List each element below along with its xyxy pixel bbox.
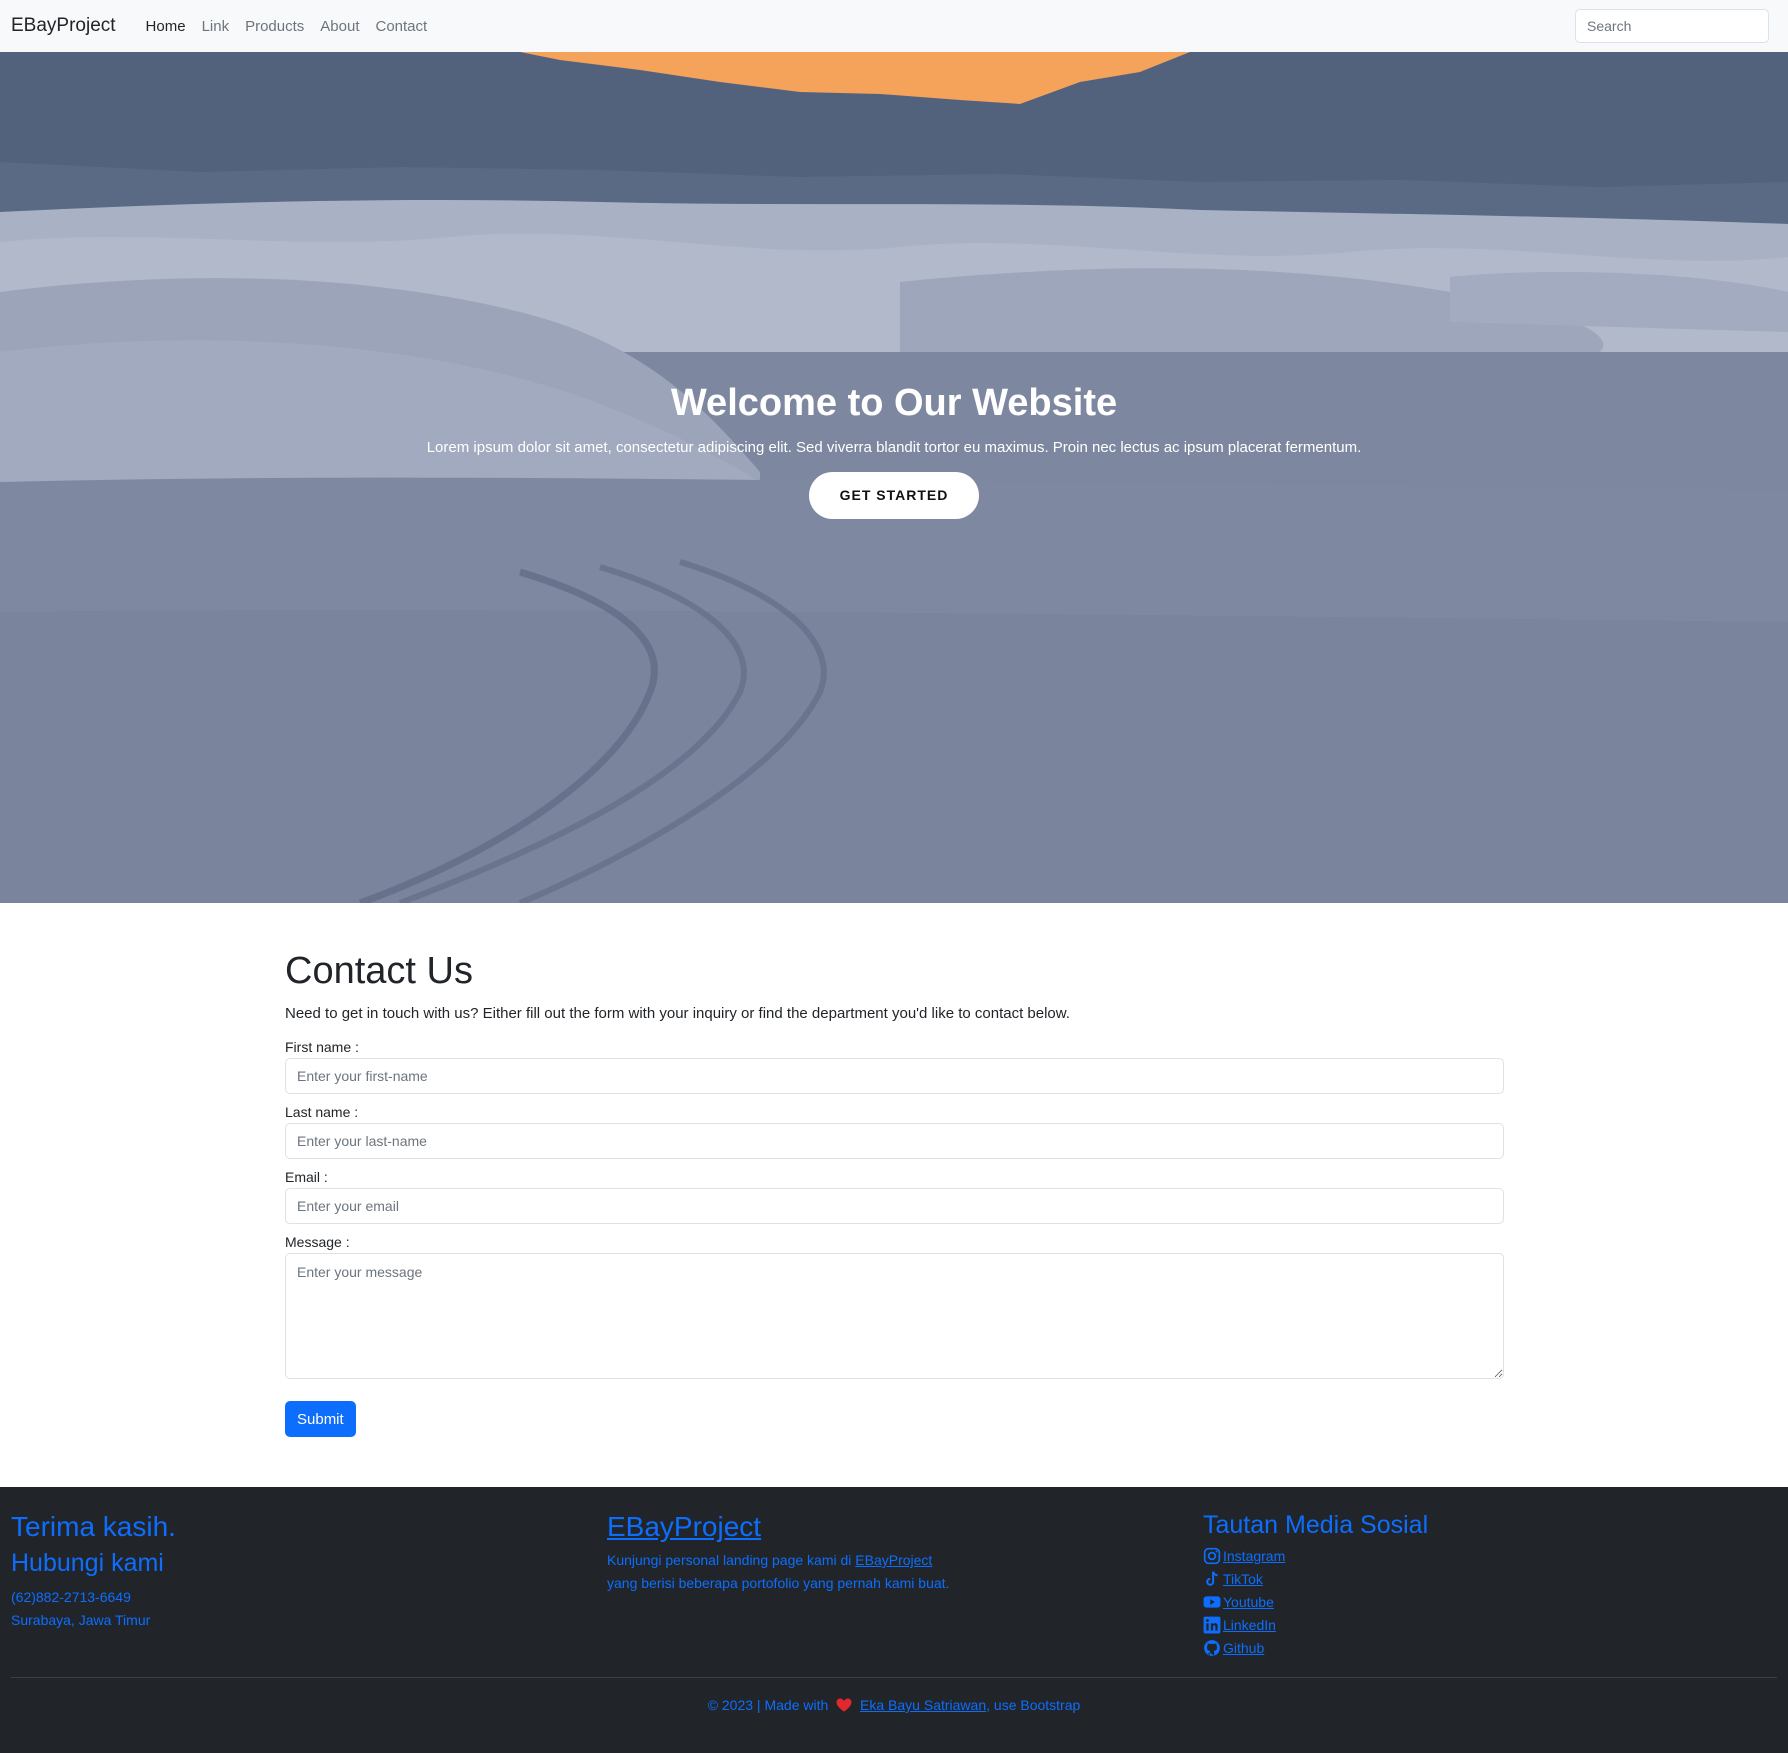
footer-brand-link[interactable]: EBayProject: [607, 1511, 949, 1543]
tiktok-icon: [1206, 1570, 1218, 1586]
footer-desc-link[interactable]: EBayProject: [855, 1552, 932, 1568]
author-link[interactable]: Eka Bayu Satriawan: [860, 1697, 986, 1713]
submit-button[interactable]: Submit: [285, 1401, 356, 1437]
last-name-label: Last name :: [285, 1104, 359, 1120]
instagram-icon: [1203, 1547, 1221, 1564]
footer-address: Surabaya, Jawa Timur: [11, 1612, 151, 1628]
footer-phone: (62)882-2713-6649: [11, 1589, 131, 1605]
navbar-brand[interactable]: EBayProject: [11, 15, 116, 37]
social-item-instagram: Instagram: [1203, 1544, 1428, 1567]
social-link-tiktok[interactable]: TikTok: [1223, 1571, 1263, 1587]
hero-content: Welcome to Our Website Lorem ipsum dolor…: [0, 382, 1788, 519]
message-label: Message :: [285, 1234, 350, 1250]
footer: Terima kasih. Hubungi kami (62)882-2713-…: [0, 1487, 1788, 1753]
email-label: Email :: [285, 1169, 328, 1185]
copyright-suffix: , use Bootstrap: [986, 1697, 1081, 1713]
get-started-button[interactable]: GET STARTED: [808, 472, 980, 519]
email-field[interactable]: [285, 1188, 1504, 1224]
github-icon: [1204, 1639, 1220, 1656]
message-field[interactable]: [285, 1253, 1504, 1379]
youtube-icon: [1203, 1595, 1221, 1608]
nav-link-link[interactable]: Link: [194, 18, 238, 35]
nav-link-contact[interactable]: Contact: [368, 18, 436, 35]
copyright-prefix: © 2023 | Made with: [707, 1697, 829, 1713]
social-item-tiktok: TikTok: [1203, 1567, 1428, 1590]
footer-desc-line2: yang berisi beberapa portofolio yang per…: [607, 1575, 950, 1591]
contact-section: Contact Us Need to get in touch with us?…: [285, 950, 1504, 1437]
nav-link-products[interactable]: Products: [237, 18, 312, 35]
footer-description: Kunjungi personal landing page kami di E…: [607, 1549, 949, 1595]
social-link-linkedin[interactable]: LinkedIn: [1223, 1617, 1276, 1633]
footer-social-title: Tautan Media Sosial: [1203, 1511, 1429, 1539]
social-item-github: Github: [1203, 1636, 1428, 1659]
footer-about-column: EBayProject Kunjungi personal landing pa…: [607, 1511, 949, 1595]
social-link-github[interactable]: Github: [1223, 1640, 1264, 1656]
heart-icon: [836, 1698, 852, 1712]
social-list: Instagram TikTok Youtube LinkedIn Github: [1203, 1544, 1428, 1659]
social-link-youtube[interactable]: Youtube: [1223, 1594, 1274, 1610]
social-item-youtube: Youtube: [1203, 1590, 1428, 1613]
social-link-instagram[interactable]: Instagram: [1223, 1548, 1285, 1564]
footer-desc-prefix: Kunjungi personal landing page kami di: [607, 1552, 856, 1568]
hero-banner: Welcome to Our Website Lorem ipsum dolor…: [0, 52, 1788, 903]
contact-intro: Need to get in touch with us? Either fil…: [285, 1005, 1070, 1022]
hero-title: Welcome to Our Website: [670, 382, 1118, 424]
footer-copyright: © 2023 | Made with Eka Bayu Satriawan, u…: [0, 1697, 1788, 1713]
hero-subtitle: Lorem ipsum dolor sit amet, consectetur …: [426, 439, 1362, 456]
first-name-label: First name :: [285, 1039, 359, 1055]
contact-title: Contact Us: [285, 950, 473, 992]
nav-link-home[interactable]: Home: [138, 18, 194, 35]
footer-social-column: Tautan Media Sosial Instagram TikTok You…: [1203, 1511, 1428, 1659]
navbar: EBayProject Home Link Products About Con…: [0, 0, 1788, 52]
linkedin-icon: [1203, 1616, 1221, 1633]
footer-thanks: Terima kasih.: [11, 1511, 176, 1542]
footer-contact-column: Terima kasih. Hubungi kami (62)882-2713-…: [11, 1511, 176, 1632]
footer-contact-heading: Hubungi kami: [11, 1549, 164, 1577]
first-name-field[interactable]: [285, 1058, 1504, 1094]
search-input[interactable]: [1575, 9, 1769, 43]
social-item-linkedin: LinkedIn: [1203, 1613, 1428, 1636]
last-name-field[interactable]: [285, 1123, 1504, 1159]
nav-links: Home Link Products About Contact: [138, 18, 436, 35]
footer-divider: [11, 1677, 1777, 1678]
nav-link-about[interactable]: About: [312, 18, 367, 35]
